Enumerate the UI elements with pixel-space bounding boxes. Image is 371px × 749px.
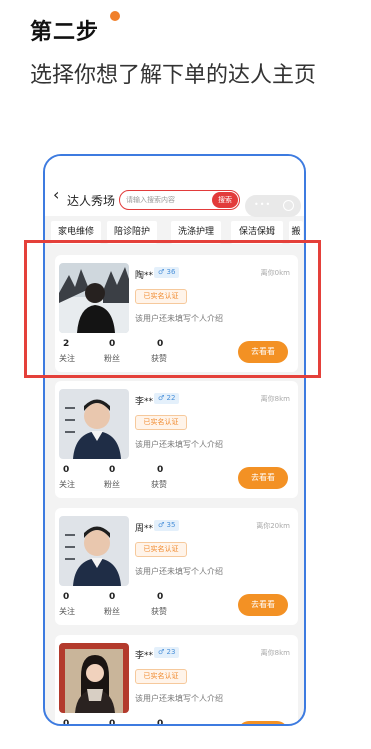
intro-text: 该用户还未填写个人介绍: [135, 567, 223, 576]
search-input[interactable]: 请输入搜索内容: [126, 195, 175, 205]
more-icon[interactable]: •••: [254, 200, 271, 209]
avatar[interactable]: [59, 643, 129, 713]
expert-name: 李**: [135, 651, 154, 661]
likes-count: 0: [157, 465, 164, 475]
likes-label: 获赞: [151, 480, 167, 489]
fans-label: 粉丝: [104, 480, 120, 489]
expert-name: 李**: [135, 397, 154, 407]
step-description: 选择你想了解下单的达人主页: [30, 63, 317, 88]
intro-text: 该用户还未填写个人介绍: [135, 440, 223, 449]
verified-badge: 已实名认证: [135, 415, 187, 430]
expert-card[interactable]: 李** ♂ 23 离你8km 已实名认证 该用户还未填写个人介绍 0 0 0 去…: [55, 635, 298, 726]
follow-count: 0: [63, 719, 70, 726]
level-badge: ♂ 23: [154, 647, 180, 658]
verified-badge: 已实名认证: [135, 542, 187, 557]
level-value: 23: [166, 648, 176, 656]
fans-count: 0: [109, 592, 116, 602]
verified-badge: 已实名认证: [135, 669, 187, 684]
avatar[interactable]: [59, 389, 129, 459]
step-dot: [110, 11, 120, 21]
view-profile-button[interactable]: 去看看: [238, 467, 288, 489]
avatar[interactable]: [59, 516, 129, 586]
follow-count: 0: [63, 465, 70, 475]
close-circle-icon[interactable]: [283, 200, 294, 211]
level-value: 22: [166, 394, 176, 402]
mini-program-capsule[interactable]: •••: [245, 195, 301, 217]
fans-count: 0: [109, 719, 116, 726]
level-value: 35: [166, 521, 176, 529]
likes-label: 获赞: [151, 607, 167, 616]
follow-label: 关注: [59, 607, 75, 616]
distance-text: 离你8km: [260, 649, 290, 657]
distance-text: 离你8km: [260, 395, 290, 403]
level-badge: ♂ 22: [154, 393, 180, 404]
highlight-frame: [24, 240, 321, 378]
expert-card[interactable]: 李** ♂ 22 离你8km 已实名认证 该用户还未填写个人介绍 0 0 0 关…: [55, 381, 298, 498]
top-bar: ‹ 达人秀场 请输入搜索内容 搜索 •••: [45, 156, 304, 217]
chevron-left-icon[interactable]: ‹: [53, 187, 59, 203]
likes-count: 0: [157, 592, 164, 602]
search-box[interactable]: 请输入搜索内容 搜索: [119, 190, 240, 210]
view-profile-button[interactable]: 去看看: [238, 594, 288, 616]
expert-card[interactable]: 周** ♂ 35 离你20km 已实名认证 该用户还未填写个人介绍 0 0 0 …: [55, 508, 298, 625]
follow-label: 关注: [59, 480, 75, 489]
follow-count: 0: [63, 592, 70, 602]
intro-text: 该用户还未填写个人介绍: [135, 694, 223, 703]
step-title: 第二步: [30, 20, 100, 45]
view-profile-button[interactable]: 去看看: [238, 721, 288, 724]
fans-count: 0: [109, 465, 116, 475]
level-badge: ♂ 35: [154, 520, 180, 531]
expert-name: 周**: [135, 524, 154, 534]
likes-count: 0: [157, 719, 164, 726]
page-title: 达人秀场: [67, 194, 116, 208]
fans-label: 粉丝: [104, 607, 120, 616]
distance-text: 离你20km: [256, 522, 290, 530]
search-button[interactable]: 搜索: [212, 192, 238, 208]
